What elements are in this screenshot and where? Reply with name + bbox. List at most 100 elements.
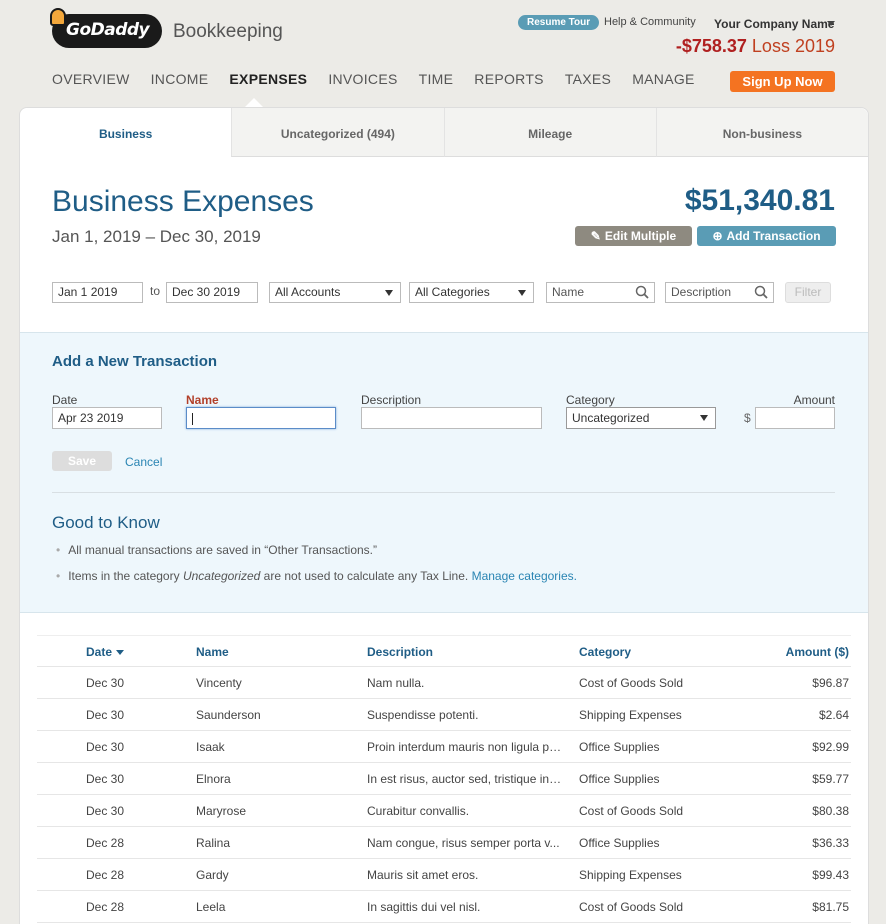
good-to-know-title: Good to Know <box>52 513 160 532</box>
cell-name: Isaak <box>196 740 225 754</box>
chevron-down-icon[interactable] <box>827 21 835 26</box>
currency-symbol: $ <box>744 411 751 425</box>
accounts-select[interactable]: All Accounts <box>269 282 401 303</box>
date-range: Jan 1, 2019 – Dec 30, 2019 <box>52 227 261 246</box>
tab-mileage[interactable]: Mileage <box>443 108 656 157</box>
nav-overview[interactable]: OVERVIEW <box>52 71 130 87</box>
table-row[interactable]: Dec 28 Ralina Nam congue, risus semper p… <box>37 827 851 859</box>
dropdown-arrow-icon <box>700 415 708 421</box>
cell-name: Gardy <box>196 868 229 882</box>
table-row[interactable]: Dec 30 Saunderson Suspendisse potenti. S… <box>37 699 851 731</box>
cell-category: Shipping Expenses <box>579 708 682 722</box>
new-category-select[interactable]: Uncategorized <box>566 407 716 429</box>
name-search-placeholder: Name <box>552 285 585 299</box>
table-row[interactable]: Dec 30 Vincenty Nam nulla. Cost of Goods… <box>37 667 851 699</box>
column-header-description[interactable]: Description <box>367 636 563 668</box>
mascot-icon <box>50 8 66 26</box>
name-search-input[interactable]: Name <box>546 282 655 303</box>
cell-amount: $99.43 <box>812 868 849 882</box>
table-row[interactable]: Dec 30 Maryrose Curabitur convallis. Cos… <box>37 795 851 827</box>
bullet-icon: • <box>56 543 61 557</box>
nav-income[interactable]: INCOME <box>151 71 209 87</box>
cell-description: Suspendisse potenti. <box>367 708 479 722</box>
nav-invoices[interactable]: INVOICES <box>328 71 397 87</box>
cell-date: Dec 30 <box>86 740 125 754</box>
table-row[interactable]: Dec 28 Leela In sagittis dui vel nisl. C… <box>37 891 851 923</box>
manage-categories-link[interactable]: Manage categories. <box>472 569 577 583</box>
new-date-input[interactable]: Apr 23 2019 <box>52 407 162 429</box>
profit-loss-summary: -$758.37 Loss 2019 <box>676 36 835 57</box>
help-community-link[interactable]: Help & Community <box>604 16 696 28</box>
cell-date: Dec 28 <box>86 836 125 850</box>
column-header-category[interactable]: Category <box>579 636 759 668</box>
section-divider <box>52 492 835 493</box>
add-transaction-title: Add a New Transaction <box>52 353 218 370</box>
table-row[interactable]: Dec 28 Gardy Mauris sit amet eros. Shipp… <box>37 859 851 891</box>
amount-label: Amount <box>793 393 835 407</box>
cell-date: Dec 30 <box>86 804 125 818</box>
date-to-input[interactable]: Dec 30 2019 <box>166 282 258 303</box>
nav-reports[interactable]: REPORTS <box>474 71 544 87</box>
cell-category: Office Supplies <box>579 836 660 850</box>
cell-name: Vincenty <box>196 676 242 690</box>
add-transaction-button[interactable]: ⊕ Add Transaction <box>697 226 836 246</box>
good-to-know-text: Items in the category <box>68 569 183 583</box>
new-category-value: Uncategorized <box>572 411 650 425</box>
date-label: Date <box>52 393 78 407</box>
main-nav: OVERVIEW INCOME EXPENSES INVOICES TIME R… <box>52 71 716 87</box>
cell-category: Office Supplies <box>579 740 660 754</box>
dropdown-arrow-icon <box>518 290 526 296</box>
edit-multiple-button[interactable]: ✎ Edit Multiple <box>575 226 692 246</box>
save-button[interactable]: Save <box>52 451 112 471</box>
column-header-name[interactable]: Name <box>196 636 356 668</box>
nav-expenses[interactable]: EXPENSES <box>229 71 307 87</box>
cell-amount: $36.33 <box>812 836 849 850</box>
godaddy-logo[interactable]: GoDaddy <box>50 8 162 48</box>
category-label: Category <box>566 393 615 407</box>
dropdown-arrow-icon <box>385 290 393 296</box>
categories-select[interactable]: All Categories <box>409 282 534 303</box>
cancel-link[interactable]: Cancel <box>125 455 162 469</box>
date-from-input[interactable]: Jan 1 2019 <box>52 282 143 303</box>
cell-amount: $81.75 <box>812 900 849 914</box>
tab-uncategorized[interactable]: Uncategorized (494) <box>231 108 444 157</box>
cell-category: Cost of Goods Sold <box>579 900 684 914</box>
plus-circle-icon: ⊕ <box>712 229 723 243</box>
table-header: Date Name Description Category Amount ($… <box>37 635 851 667</box>
cell-description: Nam nulla. <box>367 676 425 690</box>
column-header-date[interactable]: Date <box>86 636 176 668</box>
app-header: GoDaddy Bookkeeping Resume Tour Help & C… <box>0 0 886 108</box>
cell-name: Maryrose <box>196 804 247 818</box>
sign-up-button[interactable]: Sign Up Now <box>730 71 835 92</box>
table-row[interactable]: Dec 30 Isaak Proin interdum mauris non l… <box>37 731 851 763</box>
filter-button[interactable]: Filter <box>785 282 831 303</box>
good-to-know-item: • All manual transactions are saved in “O… <box>56 543 577 557</box>
column-header-amount[interactable]: Amount ($) <box>749 636 849 668</box>
cell-name: Ralina <box>196 836 231 850</box>
new-amount-input[interactable] <box>755 407 835 429</box>
cell-category: Cost of Goods Sold <box>579 804 684 818</box>
tab-non-business[interactable]: Non-business <box>655 108 868 157</box>
cell-category: Office Supplies <box>579 772 660 786</box>
good-to-know-text: are not used to calculate any Tax Line. <box>260 569 472 583</box>
categories-select-value: All Categories <box>415 285 490 299</box>
new-name-input[interactable] <box>186 407 336 429</box>
nav-manage[interactable]: MANAGE <box>632 71 694 87</box>
cell-name: Elnora <box>196 772 231 786</box>
cell-description: Mauris sit amet eros. <box>367 868 479 882</box>
description-search-input[interactable]: Description <box>665 282 774 303</box>
cell-date: Dec 28 <box>86 900 125 914</box>
resume-tour-button[interactable]: Resume Tour <box>518 15 600 30</box>
expense-tabs: Business Uncategorized (494) Mileage Non… <box>20 108 868 157</box>
cell-date: Dec 30 <box>86 708 125 722</box>
new-description-input[interactable] <box>361 407 542 429</box>
cell-category: Cost of Goods Sold <box>579 676 684 690</box>
cell-date: Dec 28 <box>86 868 125 882</box>
nav-time[interactable]: TIME <box>419 71 454 87</box>
table-row[interactable]: Dec 30 Elnora In est risus, auctor sed, … <box>37 763 851 795</box>
cell-amount: $2.64 <box>818 708 849 722</box>
company-name-menu[interactable]: Your Company Name <box>714 17 834 31</box>
nav-taxes[interactable]: TAXES <box>565 71 611 87</box>
tab-business[interactable]: Business <box>20 108 232 157</box>
cell-date: Dec 30 <box>86 676 125 690</box>
